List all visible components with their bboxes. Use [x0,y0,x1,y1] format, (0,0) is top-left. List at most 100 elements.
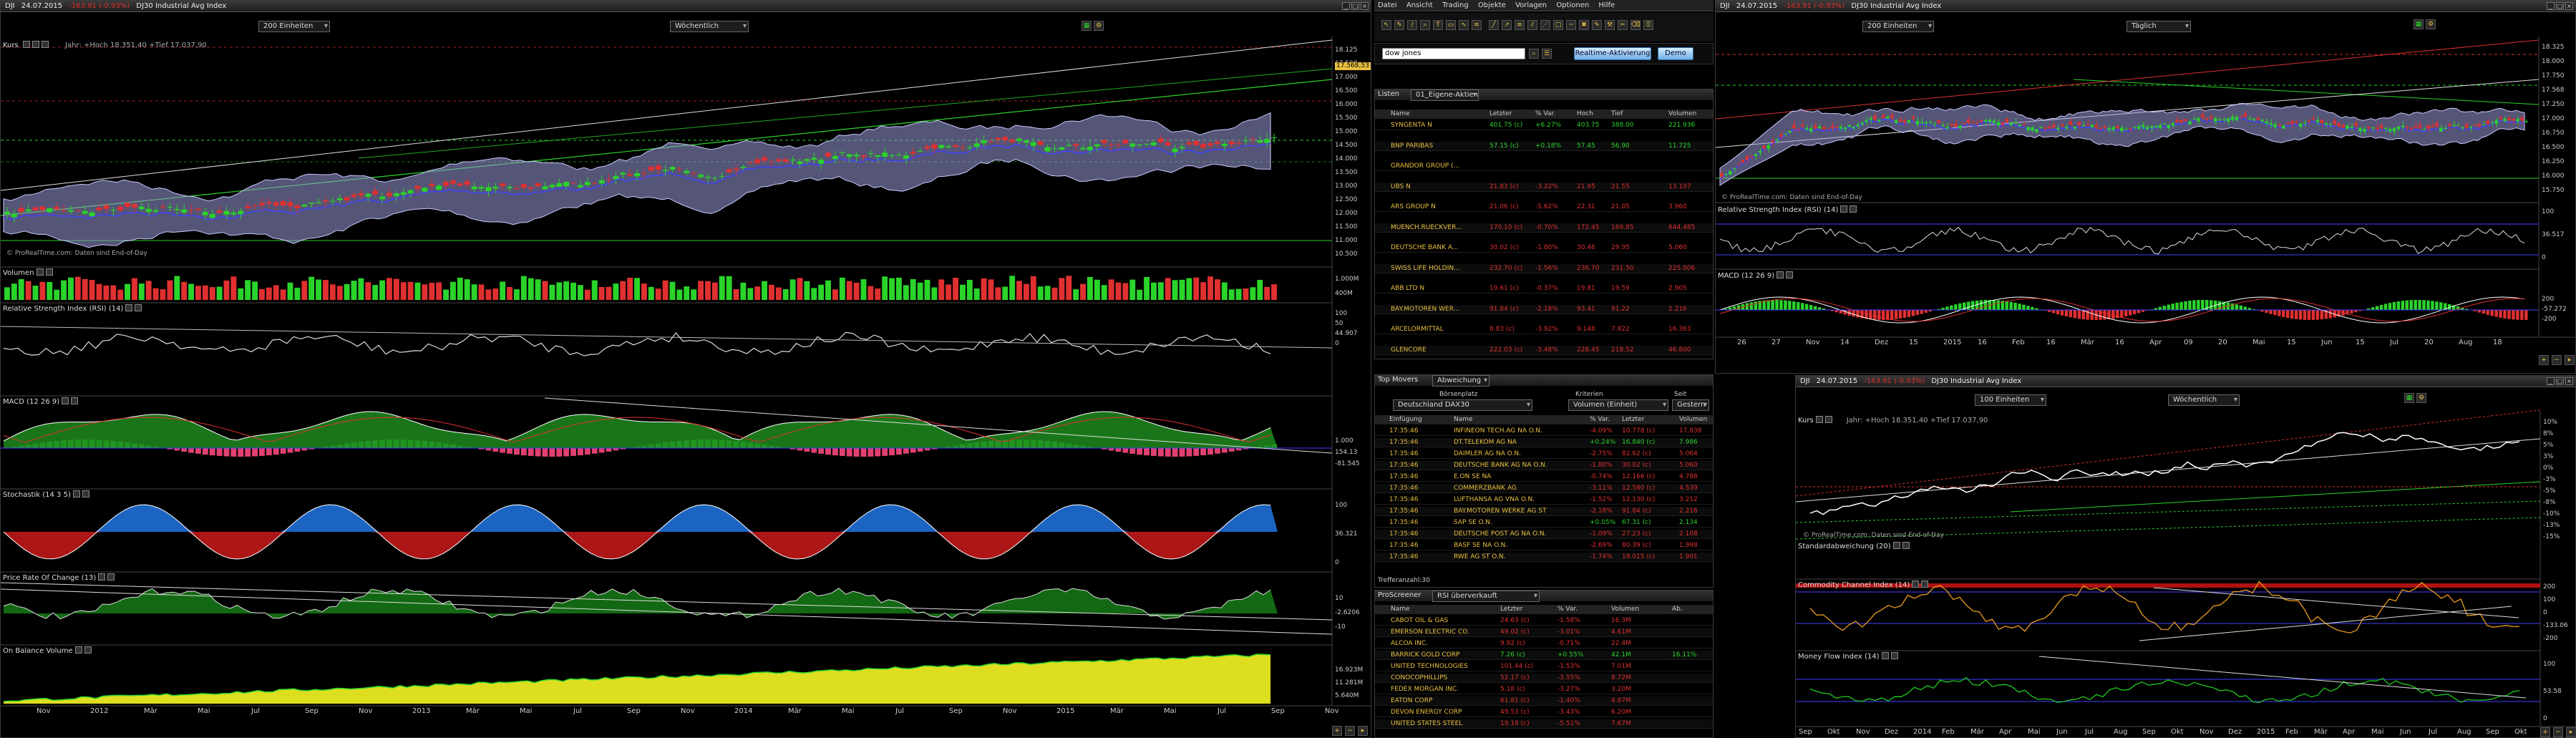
fib-icon[interactable]: ≡ [1515,20,1525,30]
close-panel-icon[interactable] [135,304,142,311]
brush-icon[interactable]: / [1407,20,1417,30]
screener-select[interactable]: RSI überverkauft [1432,591,1540,602]
column-header[interactable]: Ab. [1672,605,1683,614]
close-panel-icon[interactable] [107,573,115,581]
zoom-out-icon[interactable]: − [2552,355,2562,365]
table-row[interactable]: GLENCORE 222.03 (c) -3.48% 228.45 218.52 46.8… [1375,345,1713,355]
table-row[interactable]: ALCOA INC. 9.92 (c) -0.71% 22.4M [1375,639,1713,649]
table-row[interactable]: 17:35:46 RWE AG ST O.N. -1.74% 19.015 (c) 1.… [1375,553,1713,562]
table-row[interactable]: 17:35:46 BAY.MOTOREN WERKE AG ST -2.18% 91.… [1375,507,1713,516]
criteria-select[interactable]: Volumen (Einheit) [1568,399,1668,411]
close-panel-icon[interactable] [1890,652,1898,659]
search-input[interactable]: dow jones [1382,48,1525,59]
menu-vorlagen[interactable]: Vorlagen [1515,0,1547,11]
column-header[interactable]: Name [1391,110,1410,119]
table-row[interactable]: FEDEX MORGAN INC. 5.18 (c) -3.27% 3.20M [1375,685,1713,694]
table-row[interactable]: GRANDOR GROUP (... [1375,162,1713,171]
column-header[interactable]: Hoch [1577,110,1593,119]
brush2-icon[interactable]: ✎ [1592,20,1602,30]
arrow-icon[interactable]: ↗ [1502,20,1512,30]
hammer-icon[interactable]: ⚒ [1605,20,1615,30]
edit-icon[interactable] [125,304,133,311]
table-row[interactable]: 17:35:46 DEUTSCHE BANK AG NA O.N. -1.80% 30… [1375,461,1713,470]
edit-icon[interactable] [1912,581,1920,588]
menu-ansicht[interactable]: Ansicht [1406,0,1433,11]
watchlist-select[interactable]: 01_Eigene-Aktien [1411,89,1479,101]
close-panel-icon[interactable] [1824,416,1832,423]
edit-icon[interactable] [1777,271,1784,278]
cursor-icon[interactable]: ↖ [1381,20,1391,30]
column-header[interactable]: Volumen [1679,415,1707,424]
table-row[interactable]: BAY.MOTOREN WER... 91.84 (c) -2.18% 93.41 91… [1375,304,1713,314]
table-row[interactable]: 17:35:46 COMMERZBANK AG -3.11% 12.580 (c) 4.… [1375,484,1713,493]
scroll-right-icon[interactable]: ▸ [1358,726,1368,736]
table-row[interactable]: UNITED STATES STEEL 19.18 (c) -5.51% 7.67M [1375,719,1713,729]
table-row[interactable]: 17:35:46 BASF SE NA O.N. -2.69% 80.39 (c) 1.… [1375,541,1713,550]
menu-objekte[interactable]: Objekte [1478,0,1506,11]
demo-button[interactable]: Demo [1658,47,1693,60]
scroll-right-icon[interactable]: ▸ [2565,355,2575,365]
exchange-select[interactable]: Deutschland DAX30 [1393,399,1532,411]
column-header[interactable]: % Var. [1590,415,1610,424]
close-panel-icon[interactable] [1850,205,1857,213]
wave-icon[interactable]: ∿ [1459,20,1469,30]
close-panel-icon[interactable] [82,490,89,497]
table-row[interactable]: UNITED TECHNOLOGIES 101.44 (c) -1.53% 7.01M [1375,662,1713,671]
edit-icon[interactable] [62,397,69,404]
config-icon[interactable] [31,41,39,48]
close-panel-icon[interactable] [1921,581,1929,588]
line-icon[interactable]: ╱ [1489,20,1499,30]
table-row[interactable]: BNP PARIBAS 57.15 (c) +0.18% 57.45 56.90 11.7… [1375,141,1713,151]
table-row[interactable]: SWISS LIFE HOLDIN... 232.70 (c) -1.56% 236.… [1375,263,1713,273]
realtime-activation-button[interactable]: Realtime-Aktivierung [1574,47,1651,60]
column-header[interactable]: Volumen [1611,605,1639,614]
table-row[interactable]: CONOCOPHILLIPS 52.17 (c) -3.55% 8.72M [1375,674,1713,683]
close-panel-icon[interactable] [41,41,49,48]
column-header[interactable]: Einfügung [1389,415,1422,424]
table-row[interactable]: ABB LTD N 19.61 (c) -0.37% 19.81 19.59 2.905 [1375,284,1713,293]
table-row[interactable]: BARRICK GOLD CORP 7.26 (c) +0.55% 42.1M 16.1… [1375,651,1713,660]
close-panel-icon[interactable] [1786,271,1794,278]
rect-icon[interactable]: □ [1553,20,1563,30]
table-row[interactable]: 17:35:46 DT.TELEKOM AG NA +0.24% 16.840 (c)… [1375,438,1713,447]
column-header[interactable]: % Var. [1557,605,1578,614]
zoom-out-icon[interactable]: − [1345,726,1355,736]
fan-icon[interactable]: ⋰ [1540,20,1550,30]
zoom-out-icon[interactable]: − [2553,727,2563,737]
zoom-in-icon[interactable]: + [2539,355,2549,365]
table-row[interactable]: SYNGENTA N 401.75 (c) +6.27% 403.75 388.00 22… [1375,121,1713,130]
table-row[interactable]: ARCELORMITTAL 8.83 (c) -3.92% 9.148 7.822 16.… [1375,325,1713,334]
list-icon[interactable]: ☰ [1542,49,1552,59]
ruler-icon[interactable]: ▭ [1446,20,1456,30]
channel-icon[interactable]: ⫽ [1527,20,1537,30]
table-row[interactable]: 17:35:46 SAP SE O.N. +0.05% 67.31 (c) 2.134 [1375,518,1713,528]
edit-icon[interactable] [36,268,44,276]
scissors-icon[interactable]: ✂ [1618,20,1628,30]
edit-icon[interactable] [1881,652,1889,659]
movers-mode-select[interactable]: Abweichung [1432,375,1489,387]
column-header[interactable]: Letzter [1500,605,1522,614]
edit-icon[interactable] [1892,542,1900,549]
erase-icon[interactable]: ⌫ [1630,20,1641,30]
menu-trading[interactable]: Trading [1442,0,1469,11]
edit-icon[interactable] [72,490,80,497]
column-header[interactable]: Volumen [1668,110,1696,119]
column-header[interactable]: Name [1454,415,1473,424]
table-row[interactable]: MUENCH.RUECKVER... 170.10 (c) -0.70% 172.45… [1375,223,1713,233]
table-row[interactable]: ARS GROUP N 21.06 (c) -5.62% 22.31 21.05 3.96… [1375,203,1713,212]
table-row[interactable]: EMERSON ELECTRIC CO. 49.02 (c) -3.01% 4.61M [1375,628,1713,637]
edit-icon[interactable] [98,573,106,581]
table-row[interactable]: 17:35:46 DEUTSCHE POST AG NA O.N. -1.09% 27… [1375,530,1713,539]
close-panel-icon[interactable] [45,268,53,276]
zoom-in-icon[interactable]: + [2540,727,2550,737]
table-row[interactable]: DEUTSCHE BANK A... 30.02 (c) -1.80% 30.46 29… [1375,243,1713,253]
close-panel-icon[interactable] [84,646,92,654]
lock-icon[interactable]: ⚿ [1643,20,1653,30]
table-row[interactable]: EATON CORP 61.81 (c) -1.40% 4.87M [1375,696,1713,706]
edit-icon[interactable] [22,41,30,48]
table-row[interactable]: DEVON ENERGY CORP 49.53 (c) -3.43% 6.20M [1375,708,1713,717]
tools-icon[interactable]: ✖ [1579,20,1589,30]
column-header[interactable]: Tief [1611,110,1623,119]
table-row[interactable]: CABOT OIL & GAS 24.63 (c) -1.58% 16.3M [1375,616,1713,626]
column-header[interactable]: Letzter [1622,415,1644,424]
